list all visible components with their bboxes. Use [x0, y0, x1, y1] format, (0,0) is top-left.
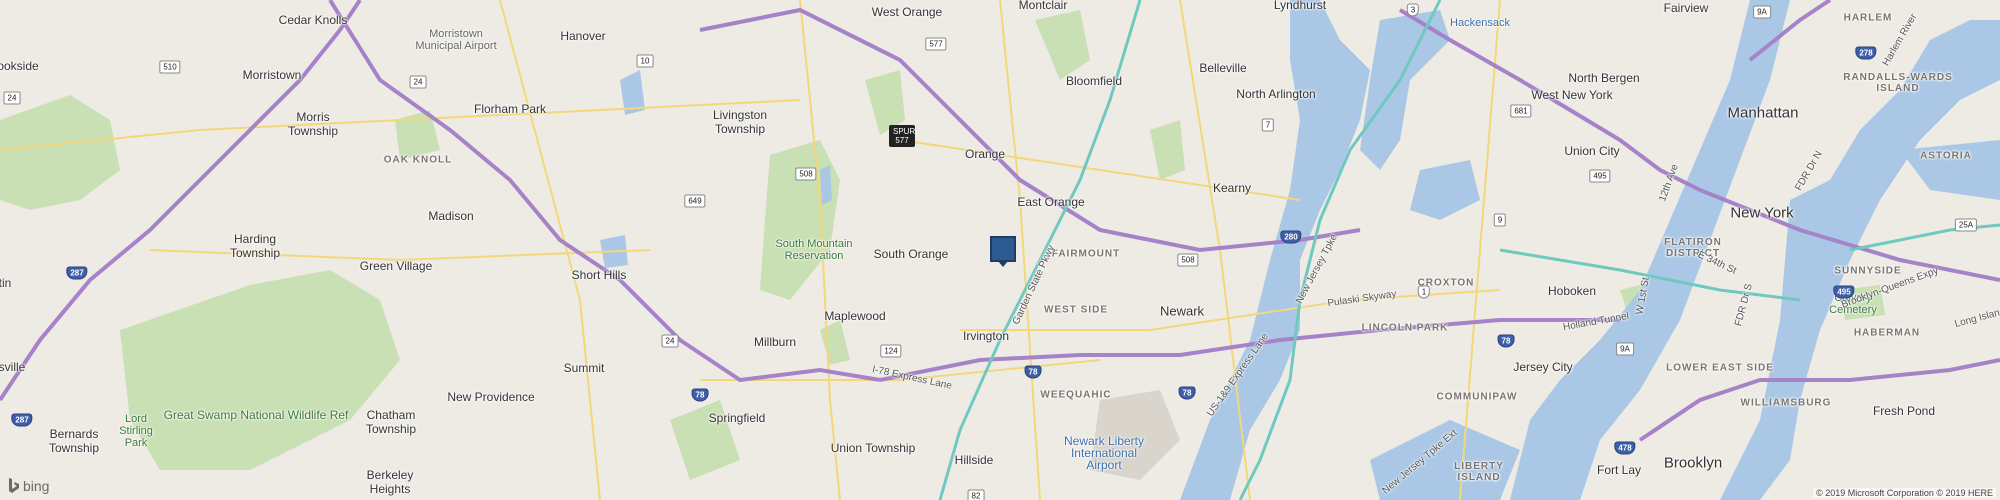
route-shield: 82 [967, 489, 985, 500]
bing-wordmark: bing [23, 478, 50, 494]
bing-icon [9, 478, 19, 493]
city-label: Jersey City [1513, 360, 1573, 374]
city-label: ookside [0, 59, 39, 73]
route-shield: 681 [1510, 104, 1532, 118]
route-shield: 24 [661, 334, 679, 348]
neighborhood-label: FLATIRON DISTRICT [1664, 237, 1722, 259]
route-shield: 649 [684, 194, 706, 208]
city-label: Bloomfield [1065, 74, 1123, 88]
route-shield: 124 [880, 344, 902, 358]
route-shield: 9A [1753, 5, 1771, 19]
neighborhood-label: WEEQUAHIC [1040, 389, 1112, 401]
location-pin[interactable] [990, 236, 1016, 267]
route-shield: SPUR 577 [889, 125, 915, 147]
city-label: Bernards Township [48, 427, 100, 455]
city-label: Florham Park [473, 102, 547, 116]
city-label: Irvington [962, 329, 1010, 343]
city-label: Summit [563, 361, 605, 375]
neighborhood-label: LINCOLN PARK [1361, 322, 1449, 334]
city-label: Cedar Knolls [278, 13, 348, 27]
route-shield: 280 [1280, 230, 1302, 244]
route-shield: 7 [1261, 118, 1275, 132]
city-label: Kearny [1212, 181, 1252, 195]
city-label: Chatham Township [365, 408, 417, 436]
city-label: sville [0, 360, 26, 374]
city-label: Union Township [830, 441, 916, 455]
neighborhood-label: LIBERTY ISLAND [1454, 461, 1504, 483]
city-label: Orange [964, 147, 1006, 161]
copyright-notice: © 2019 Microsoft Corporation © 2019 HERE [1813, 488, 1996, 498]
airport-label: Newark Liberty International Airport [1063, 434, 1145, 472]
neighborhood-label: WILLIAMSBURG [1740, 397, 1832, 409]
city-label: Maplewood [824, 309, 886, 323]
city-label: tin [0, 276, 12, 290]
route-shield: 25A [1954, 218, 1978, 232]
route-shield: 24 [409, 75, 427, 89]
neighborhood-label: OAK KNOLL [383, 154, 453, 166]
bing-logo[interactable]: bing [8, 478, 49, 494]
city-label: North Bergen [1568, 71, 1640, 85]
city-label: Hanover [560, 29, 606, 43]
neighborhood-label: HARLEM [1843, 12, 1893, 24]
city-label: Harding Township [229, 232, 281, 260]
city-label: Fresh Pond [1872, 404, 1936, 418]
route-shield: 508 [1177, 253, 1199, 267]
park-label: Lord Stirling Park [119, 413, 153, 449]
city-label: Union City [1564, 144, 1620, 158]
city-label: New York [1730, 204, 1794, 222]
route-shield: 510 [159, 60, 181, 74]
neighborhood-label: COMMUNIPAW [1436, 391, 1518, 403]
route-shield: 9 [1493, 213, 1507, 227]
city-label: Green Village [359, 259, 433, 273]
city-label: South Orange [873, 247, 949, 261]
city-label: Morristown [242, 68, 302, 82]
city-label: North Arlington [1236, 87, 1316, 101]
city-label: Berkeley Heights [366, 468, 414, 496]
neighborhood-label: LOWER EAST SIDE [1666, 362, 1774, 374]
city-label: Springfield [708, 411, 766, 425]
city-label: East Orange [1017, 195, 1085, 209]
route-shield: 278 [1855, 46, 1877, 60]
route-shield: 478 [1614, 441, 1636, 455]
city-label: Hillside [954, 453, 994, 467]
airport-label: Morristown Municipal Airport [415, 28, 497, 52]
city-label: Hoboken [1547, 284, 1597, 298]
city-label: Fairview [1663, 1, 1709, 15]
water-label: Hackensack [1450, 17, 1510, 29]
route-shield: 508 [795, 167, 817, 181]
city-label: Lyndhurst [1273, 0, 1327, 12]
city-label: Millburn [753, 335, 797, 349]
city-label: Manhattan [1727, 104, 1799, 122]
neighborhood-label: WEST SIDE [1043, 304, 1109, 316]
city-label: Short Hills [571, 268, 627, 282]
neighborhood-label: ASTORIA [1920, 150, 1972, 162]
city-label: Montclair [1018, 0, 1068, 12]
neighborhood-label: RANDALLS-WARDS ISLAND [1843, 72, 1953, 94]
city-label: New Providence [447, 390, 535, 404]
park-label: South Mountain Reservation [775, 238, 853, 262]
city-label: Brooklyn [1663, 454, 1723, 472]
city-label: West New York [1531, 88, 1613, 102]
route-shield: 9A [1616, 342, 1634, 356]
route-shield: 577 [925, 37, 947, 51]
neighborhood-label: FAIRMOUNT [1051, 248, 1121, 260]
city-label: Morris Township [287, 110, 339, 138]
park-label: Great Swamp National Wildlife Ref [163, 408, 349, 422]
city-label: Livingston Township [712, 108, 768, 136]
city-label: Fort Lay [1596, 463, 1642, 477]
neighborhood-label: SUNNYSIDE [1834, 265, 1902, 277]
route-shield: 495 [1833, 285, 1855, 299]
city-label: Madison [428, 209, 474, 223]
route-shield: 495 [1589, 169, 1611, 183]
route-shield: 287 [66, 266, 88, 280]
neighborhood-label: HABERMAN [1853, 327, 1921, 339]
city-label: West Orange [871, 5, 943, 19]
route-shield: 287 [11, 413, 33, 427]
route-shield: 24 [3, 91, 21, 105]
city-label: Newark [1159, 303, 1205, 319]
city-label: Belleville [1199, 61, 1247, 75]
map-canvas[interactable]: West Orange Montclair Lyndhurst Fairview… [0, 0, 2000, 500]
route-shield: 10 [636, 54, 654, 68]
